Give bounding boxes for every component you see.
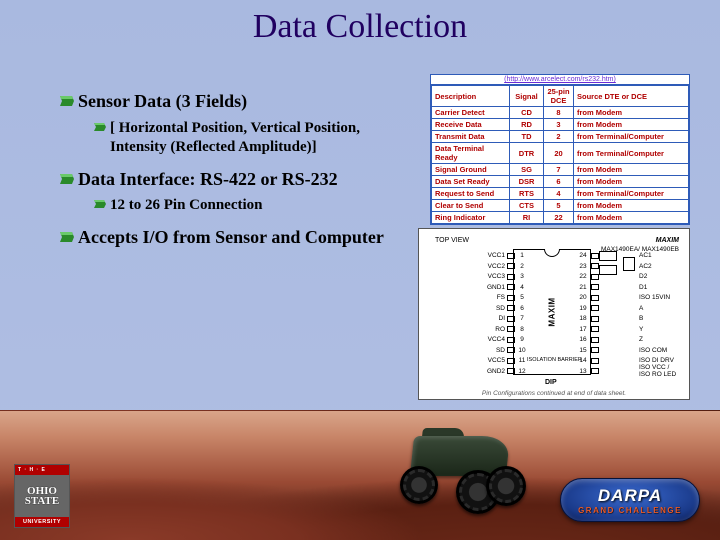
table-source-url: (http://www.arcelect.com/rs232.htm): [431, 75, 689, 85]
table-row: Request to SendRTS4from Terminal/Compute…: [432, 188, 689, 200]
table-header: 25-pin DCE: [544, 86, 574, 107]
table-cell: 3: [544, 119, 574, 131]
bullet-list: Sensor Data (3 Fields) [ Horizontal Posi…: [60, 90, 400, 254]
table-cell: 7: [544, 164, 574, 176]
table-row: Carrier DetectCD8from Modem: [432, 107, 689, 119]
chip-vendor: MAXIM: [656, 237, 679, 244]
table-cell: Carrier Detect: [432, 107, 510, 119]
table-cell: 20: [544, 143, 574, 164]
table-header: Source DTE or DCE: [574, 86, 689, 107]
diagram-block: [623, 257, 635, 271]
bullet-l2: 12 to 26 Pin Connection: [94, 196, 400, 216]
table-cell: DTR: [510, 143, 544, 164]
bullet-l1: Sensor Data (3 Fields): [60, 90, 400, 113]
bullet-icon: [94, 200, 110, 208]
bullet-icon: [60, 174, 78, 184]
table-cell: from Modem: [574, 164, 689, 176]
chip-pin-right: 24AC1: [427, 251, 681, 260]
chip-isolation-label: ISOLATION BARRIER: [527, 357, 582, 363]
bullet-icon: [94, 123, 110, 131]
table-header: Description: [432, 86, 510, 107]
table-cell: Signal Ground: [432, 164, 510, 176]
table-row: Transmit DataTD2from Terminal/Computer: [432, 131, 689, 143]
osu-top-text: T · H · E: [18, 467, 46, 473]
bullet-text: 12 to 26 Pin Connection: [110, 196, 263, 216]
table-row: Data Set ReadyDSR6from Modem: [432, 176, 689, 188]
diagram-block: [599, 265, 617, 275]
osu-mid-text: OHIOSTATE: [25, 486, 59, 507]
table-cell: Transmit Data: [432, 131, 510, 143]
table-row: Receive DataRD3from Modem: [432, 119, 689, 131]
table-cell: Request to Send: [432, 188, 510, 200]
table-cell: Ring Indicator: [432, 212, 510, 224]
chip-pin-right: 18B: [427, 314, 681, 323]
chip-pin-right: 13ISO VCC / ISO RO LED: [427, 367, 681, 376]
table-cell: from Terminal/Computer: [574, 131, 689, 143]
table-cell: SG: [510, 164, 544, 176]
table-row: Clear to SendCTS5from Modem: [432, 200, 689, 212]
chip-pin-right: 20ISO 15VIN: [427, 293, 681, 302]
table-cell: 2: [544, 131, 574, 143]
table-cell: Data Set Ready: [432, 176, 510, 188]
chip-pin-right: 16Z: [427, 335, 681, 344]
table-row: Signal GroundSG7from Modem: [432, 164, 689, 176]
chip-topview-label: TOP VIEW: [435, 237, 469, 244]
table-row: Data Terminal ReadyDTR20from Terminal/Co…: [432, 143, 689, 164]
osu-bot-text: UNIVERSITY: [15, 517, 69, 527]
table-cell: 5: [544, 200, 574, 212]
ohio-state-logo: T · H · E OHIOSTATE UNIVERSITY: [14, 464, 70, 528]
table-cell: from Modem: [574, 119, 689, 131]
chip-pin-right: 22D2: [427, 272, 681, 281]
slide-title: Data Collection: [0, 0, 720, 46]
darpa-text: DARPA: [598, 486, 662, 506]
table-cell: RD: [510, 119, 544, 131]
chip-pin-right: 21D1: [427, 283, 681, 292]
table-cell: Data Terminal Ready: [432, 143, 510, 164]
chip-pin-right: 23AC2: [427, 262, 681, 271]
table-cell: from Modem: [574, 212, 689, 224]
table-cell: from Modem: [574, 176, 689, 188]
table-cell: from Terminal/Computer: [574, 188, 689, 200]
bullet-text: Data Interface: RS-422 or RS-232: [78, 168, 338, 191]
chip-dip-label: DIP: [545, 379, 557, 386]
darpa-subtext: GRAND CHALLENGE: [578, 506, 682, 515]
bullet-l2: [ Horizontal Position, Vertical Position…: [94, 119, 400, 158]
table-cell: 4: [544, 188, 574, 200]
bullet-text: [ Horizontal Position, Vertical Position…: [110, 119, 400, 158]
bullet-icon: [60, 232, 78, 242]
table-cell: from Modem: [574, 107, 689, 119]
chip-pin-right: 17Y: [427, 325, 681, 334]
table-cell: from Terminal/Computer: [574, 143, 689, 164]
bullet-l1: Data Interface: RS-422 or RS-232: [60, 168, 400, 191]
signal-table: DescriptionSignal25-pin DCESource DTE or…: [431, 85, 689, 224]
table-cell: DSR: [510, 176, 544, 188]
rs232-table: (http://www.arcelect.com/rs232.htm) Desc…: [430, 74, 690, 225]
chip-pin-right: 19A: [427, 304, 681, 313]
bullet-l1: Accepts I/O from Sensor and Computer: [60, 226, 400, 249]
chip-pin-right: 15ISO COM: [427, 346, 681, 355]
table-cell: Clear to Send: [432, 200, 510, 212]
table-cell: CD: [510, 107, 544, 119]
table-cell: 8: [544, 107, 574, 119]
table-cell: TD: [510, 131, 544, 143]
table-header: Signal: [510, 86, 544, 107]
table-cell: RI: [510, 212, 544, 224]
table-cell: RTS: [510, 188, 544, 200]
rover-vehicle-image: [394, 426, 534, 518]
table-cell: from Modem: [574, 200, 689, 212]
darpa-grand-challenge-logo: DARPA GRAND CHALLENGE: [560, 478, 700, 522]
diagram-block: [599, 251, 617, 261]
table-cell: 22: [544, 212, 574, 224]
table-row: Ring IndicatorRI22from Modem: [432, 212, 689, 224]
slide: Data Collection Sensor Data (3 Fields) […: [0, 0, 720, 540]
table-cell: Receive Data: [432, 119, 510, 131]
table-cell: 6: [544, 176, 574, 188]
chip-diagram: TOP VIEW MAXIM MAX1490EA/ MAX1490EB MAXI…: [418, 228, 690, 400]
bullet-icon: [60, 96, 78, 106]
bullet-text: Accepts I/O from Sensor and Computer: [78, 226, 384, 249]
bullet-text: Sensor Data (3 Fields): [78, 90, 247, 113]
table-cell: CTS: [510, 200, 544, 212]
